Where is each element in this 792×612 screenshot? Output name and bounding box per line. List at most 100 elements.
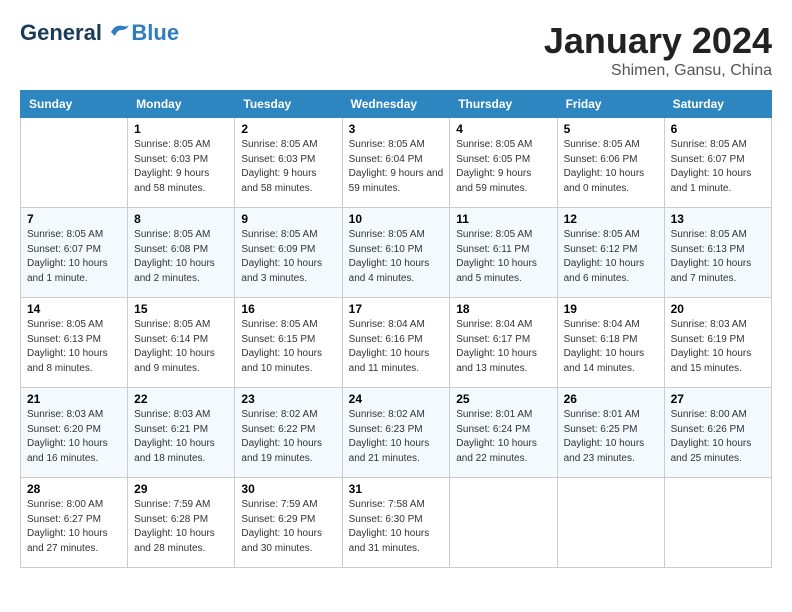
month-year-title: January 2024 xyxy=(544,20,772,62)
sunrise-text: Sunrise: 8:05 AM xyxy=(671,228,765,243)
sunset-text: Sunset: 6:15 PM xyxy=(241,333,335,348)
daylight-text: Daylight: 9 hours and 58 minutes. xyxy=(134,167,228,196)
day-number: 19 xyxy=(564,302,658,316)
sunrise-text: Sunrise: 8:04 AM xyxy=(564,318,658,333)
daylight-text: Daylight: 10 hours and 4 minutes. xyxy=(349,257,444,286)
calendar-table: SundayMondayTuesdayWednesdayThursdayFrid… xyxy=(20,90,772,568)
sunrise-text: Sunrise: 8:03 AM xyxy=(134,408,228,423)
sunset-text: Sunset: 6:13 PM xyxy=(671,243,765,258)
sunrise-text: Sunrise: 8:05 AM xyxy=(134,228,228,243)
day-number: 27 xyxy=(671,392,765,406)
calendar-cell: 11Sunrise: 8:05 AMSunset: 6:11 PMDayligh… xyxy=(450,208,557,298)
day-info: Sunrise: 8:05 AMSunset: 6:15 PMDaylight:… xyxy=(241,318,335,376)
daylight-text: Daylight: 10 hours and 0 minutes. xyxy=(564,167,658,196)
calendar-cell: 20Sunrise: 8:03 AMSunset: 6:19 PMDayligh… xyxy=(664,298,771,388)
daylight-text: Daylight: 10 hours and 7 minutes. xyxy=(671,257,765,286)
calendar-cell: 18 Sunrise: 8:04 AMSunset: 6:17 PMDayligh… xyxy=(450,298,557,388)
calendar-week-row: 1Sunrise: 8:05 AMSunset: 6:03 PMDaylight… xyxy=(21,118,772,208)
day-number: 10 xyxy=(349,212,444,226)
calendar-week-row: 14Sunrise: 8:05 AMSunset: 6:13 PMDayligh… xyxy=(21,298,772,388)
sunrise-text: Sunrise: 8:05 AM xyxy=(134,138,228,153)
sunrise-text: Sunrise: 7:58 AM xyxy=(349,498,444,513)
calendar-cell: 10 Sunrise: 8:05 AMSunset: 6:10 PMDayligh… xyxy=(342,208,450,298)
sunset-text: Sunset: 6:04 PM xyxy=(349,153,444,168)
day-info: Sunrise: 7:58 AMSunset: 6:30 PMDaylight:… xyxy=(349,498,444,556)
calendar-cell: 9Sunrise: 8:05 AMSunset: 6:09 PMDaylight… xyxy=(235,208,342,298)
day-number: 7 xyxy=(27,212,121,226)
col-header-monday: Monday xyxy=(128,91,235,118)
day-number: 17 xyxy=(349,302,444,316)
calendar-cell: 21Sunrise: 8:03 AMSunset: 6:20 PMDayligh… xyxy=(21,388,128,478)
sunset-text: Sunset: 6:23 PM xyxy=(349,423,444,438)
sunset-text: Sunset: 6:07 PM xyxy=(671,153,765,168)
calendar-cell: 16Sunrise: 8:05 AMSunset: 6:15 PMDayligh… xyxy=(235,298,342,388)
day-info: Sunrise: 7:59 AMSunset: 6:28 PMDaylight:… xyxy=(134,498,228,556)
sunrise-text: Sunrise: 8:05 AM xyxy=(27,228,121,243)
day-number: 30 xyxy=(241,482,335,496)
calendar-cell: 14Sunrise: 8:05 AMSunset: 6:13 PMDayligh… xyxy=(21,298,128,388)
sunset-text: Sunset: 6:14 PM xyxy=(134,333,228,348)
day-info: Sunrise: 8:01 AMSunset: 6:25 PMDaylight:… xyxy=(564,408,658,466)
day-info: Sunrise: 8:05 AMSunset: 6:03 PMDaylight:… xyxy=(134,138,228,196)
sunset-text: Sunset: 6:25 PM xyxy=(564,423,658,438)
daylight-text: Daylight: 10 hours and 5 minutes. xyxy=(456,257,550,286)
day-info: Sunrise: 7:59 AMSunset: 6:29 PMDaylight:… xyxy=(241,498,335,556)
day-info: Sunrise: 8:03 AMSunset: 6:19 PMDaylight:… xyxy=(671,318,765,376)
day-info: Sunrise: 8:05 AMSunset: 6:06 PMDaylight:… xyxy=(564,138,658,196)
sunset-text: Sunset: 6:07 PM xyxy=(27,243,121,258)
daylight-text: Daylight: 10 hours and 23 minutes. xyxy=(564,437,658,466)
daylight-text: Daylight: 10 hours and 9 minutes. xyxy=(134,347,228,376)
sunset-text: Sunset: 6:10 PM xyxy=(349,243,444,258)
calendar-cell: 28Sunrise: 8:00 AMSunset: 6:27 PMDayligh… xyxy=(21,478,128,568)
sunset-text: Sunset: 6:16 PM xyxy=(349,333,444,348)
day-info: Sunrise: 8:04 AMSunset: 6:17 PMDaylight:… xyxy=(456,318,550,376)
page-header: General Blue January 2024 Shimen, Gansu,… xyxy=(20,20,772,80)
calendar-cell: 7Sunrise: 8:05 AMSunset: 6:07 PMDaylight… xyxy=(21,208,128,298)
sunset-text: Sunset: 6:12 PM xyxy=(564,243,658,258)
sunset-text: Sunset: 6:26 PM xyxy=(671,423,765,438)
sunrise-text: Sunrise: 8:04 AM xyxy=(349,318,444,333)
sunrise-text: Sunrise: 8:05 AM xyxy=(241,138,335,153)
day-info: Sunrise: 8:05 AMSunset: 6:14 PMDaylight:… xyxy=(134,318,228,376)
calendar-cell: 26Sunrise: 8:01 AMSunset: 6:25 PMDayligh… xyxy=(557,388,664,478)
calendar-cell: 22Sunrise: 8:03 AMSunset: 6:21 PMDayligh… xyxy=(128,388,235,478)
day-number: 18 xyxy=(456,302,550,316)
day-info: Sunrise: 8:05 AMSunset: 6:07 PMDaylight:… xyxy=(671,138,765,196)
sunset-text: Sunset: 6:30 PM xyxy=(349,513,444,528)
calendar-week-row: 28Sunrise: 8:00 AMSunset: 6:27 PMDayligh… xyxy=(21,478,772,568)
day-info: Sunrise: 8:05 AMSunset: 6:03 PMDaylight:… xyxy=(241,138,335,196)
sunset-text: Sunset: 6:27 PM xyxy=(27,513,121,528)
day-number: 31 xyxy=(349,482,444,496)
sunrise-text: Sunrise: 8:03 AM xyxy=(27,408,121,423)
calendar-cell: 8Sunrise: 8:05 AMSunset: 6:08 PMDaylight… xyxy=(128,208,235,298)
sunrise-text: Sunrise: 8:05 AM xyxy=(456,228,550,243)
daylight-text: Daylight: 10 hours and 15 minutes. xyxy=(671,347,765,376)
daylight-text: Daylight: 10 hours and 11 minutes. xyxy=(349,347,444,376)
col-header-friday: Friday xyxy=(557,91,664,118)
day-info: Sunrise: 8:00 AMSunset: 6:27 PMDaylight:… xyxy=(27,498,121,556)
calendar-cell: 29Sunrise: 7:59 AMSunset: 6:28 PMDayligh… xyxy=(128,478,235,568)
sunrise-text: Sunrise: 8:02 AM xyxy=(241,408,335,423)
day-info: Sunrise: 8:00 AMSunset: 6:26 PMDaylight:… xyxy=(671,408,765,466)
calendar-cell: 3Sunrise: 8:05 AMSunset: 6:04 PMDaylight… xyxy=(342,118,450,208)
day-info: Sunrise: 8:05 AMSunset: 6:10 PMDaylight:… xyxy=(349,228,444,286)
calendar-cell: 23Sunrise: 8:02 AMSunset: 6:22 PMDayligh… xyxy=(235,388,342,478)
logo: General Blue xyxy=(20,20,179,46)
day-info: Sunrise: 8:05 AMSunset: 6:13 PMDaylight:… xyxy=(671,228,765,286)
daylight-text: Daylight: 10 hours and 16 minutes. xyxy=(27,437,121,466)
day-info: Sunrise: 8:04 AMSunset: 6:16 PMDaylight:… xyxy=(349,318,444,376)
day-number: 24 xyxy=(349,392,444,406)
calendar-cell: 19Sunrise: 8:04 AMSunset: 6:18 PMDayligh… xyxy=(557,298,664,388)
calendar-cell: 17 Sunrise: 8:04 AMSunset: 6:16 PMDayligh… xyxy=(342,298,450,388)
sunset-text: Sunset: 6:20 PM xyxy=(27,423,121,438)
daylight-text: Daylight: 10 hours and 8 minutes. xyxy=(27,347,121,376)
calendar-cell: 24Sunrise: 8:02 AMSunset: 6:23 PMDayligh… xyxy=(342,388,450,478)
daylight-text: Daylight: 10 hours and 28 minutes. xyxy=(134,527,228,556)
daylight-text: Daylight: 10 hours and 22 minutes. xyxy=(456,437,550,466)
sunset-text: Sunset: 6:17 PM xyxy=(456,333,550,348)
sunset-text: Sunset: 6:18 PM xyxy=(564,333,658,348)
sunrise-text: Sunrise: 8:03 AM xyxy=(671,318,765,333)
day-info: Sunrise: 8:05 AMSunset: 6:04 PMDaylight:… xyxy=(349,138,444,196)
calendar-cell: 13Sunrise: 8:05 AMSunset: 6:13 PMDayligh… xyxy=(664,208,771,298)
sunrise-text: Sunrise: 8:05 AM xyxy=(349,228,444,243)
